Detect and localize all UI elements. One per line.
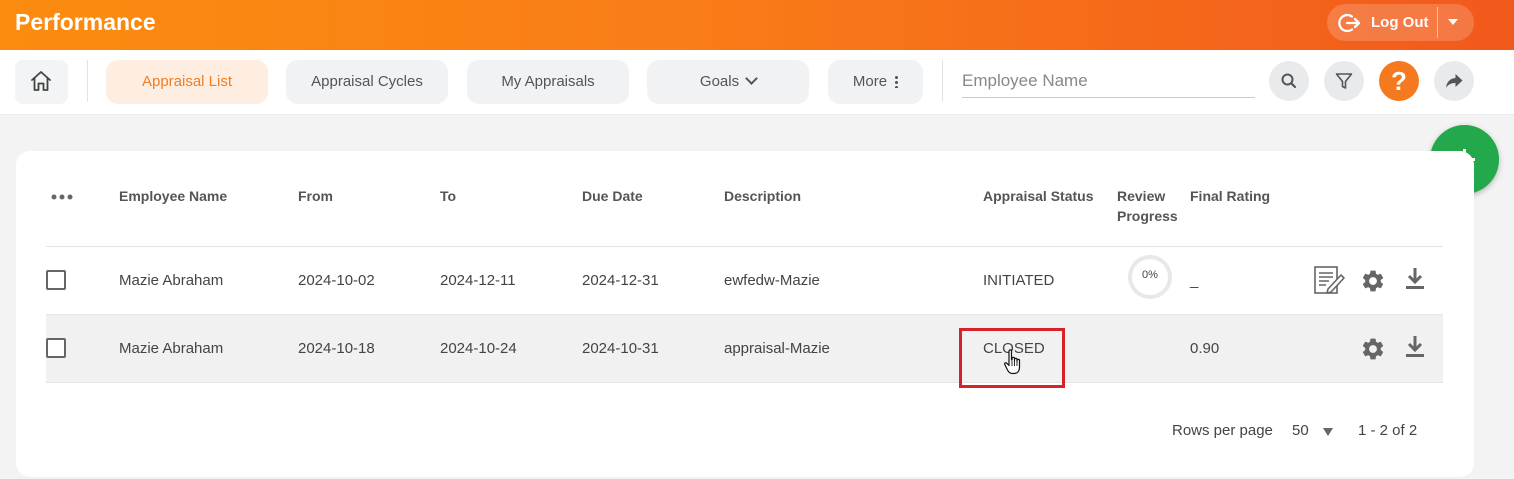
review-progress-value: 0% — [1142, 269, 1158, 281]
help-icon: ? — [1391, 66, 1407, 96]
filter-button[interactable] — [1324, 61, 1364, 101]
cell-final-rating: _ — [1190, 272, 1199, 289]
app-title: Performance — [15, 9, 156, 35]
tab-more[interactable]: More — [828, 60, 923, 104]
cell-due-date: 2024-10-31 — [582, 340, 659, 357]
pagination-range: 1 - 2 of 2 — [1358, 422, 1418, 439]
tab-appraisal-cycles[interactable]: Appraisal Cycles — [286, 60, 448, 104]
share-icon — [1446, 74, 1463, 88]
cell-employee-name: Mazie Abraham — [119, 272, 224, 289]
tab-my-appraisals[interactable]: My Appraisals — [467, 60, 629, 104]
more-vertical-icon — [895, 75, 899, 88]
filter-icon — [1335, 73, 1353, 89]
tab-goals-label: Goals — [699, 73, 740, 90]
tab-goals[interactable]: Goals — [647, 60, 809, 104]
settings-icon[interactable] — [1360, 336, 1386, 362]
row-checkbox[interactable] — [46, 270, 66, 290]
cell-description: ewfedw-Mazie — [724, 272, 820, 289]
cell-due-date: 2024-12-31 — [582, 272, 659, 289]
cell-from: 2024-10-18 — [298, 340, 375, 357]
employee-search-input[interactable] — [962, 64, 1255, 98]
row-checkbox[interactable] — [46, 338, 66, 358]
cell-status: INITIATED — [983, 272, 1055, 289]
search-button[interactable] — [1269, 61, 1309, 101]
column-header-review-progress-line2: Progress — [1117, 208, 1178, 224]
caret-down-icon[interactable] — [1448, 19, 1458, 25]
tab-more-label: More — [852, 73, 888, 90]
table-row[interactable]: Mazie Abraham 2024-10-18 2024-10-24 2024… — [46, 315, 1443, 383]
cell-employee-name: Mazie Abraham — [119, 340, 224, 357]
logout-button[interactable]: Log Out — [1327, 4, 1474, 41]
nav-bar: Appraisal List Appraisal Cycles My Appra… — [0, 50, 1514, 115]
table-row[interactable]: Mazie Abraham 2024-10-02 2024-12-11 2024… — [46, 247, 1443, 315]
cell-final-rating: 0.90 — [1190, 340, 1220, 357]
home-icon — [31, 71, 51, 91]
tab-appraisal-list[interactable]: Appraisal List — [106, 60, 268, 104]
column-header-final-rating[interactable]: Final Rating — [1190, 186, 1270, 206]
appraisal-table-card: Employee Name From To Due Date Descripti… — [16, 151, 1474, 477]
more-horizontal-icon[interactable] — [51, 194, 73, 200]
column-header-review-progress[interactable]: Review Progress — [1117, 186, 1178, 226]
hand-cursor-icon — [1004, 349, 1021, 375]
search-icon — [1281, 73, 1297, 89]
cell-from: 2024-10-02 — [298, 272, 375, 289]
nav-divider — [942, 60, 943, 102]
share-button[interactable] — [1434, 61, 1474, 101]
edit-icon[interactable] — [1314, 265, 1346, 295]
column-header-appraisal-status[interactable]: Appraisal Status — [983, 186, 1093, 206]
chevron-down-icon — [745, 72, 758, 85]
logout-icon — [1338, 13, 1361, 33]
cell-to: 2024-10-24 — [440, 340, 517, 357]
download-icon[interactable] — [1405, 267, 1425, 291]
column-header-due-date[interactable]: Due Date — [582, 186, 643, 206]
column-header-description[interactable]: Description — [724, 186, 801, 206]
logout-label: Log Out — [1371, 14, 1429, 31]
home-button[interactable] — [15, 60, 68, 104]
caret-down-icon[interactable] — [1323, 428, 1333, 436]
rows-per-page-select[interactable]: 50 — [1292, 422, 1309, 439]
logout-divider — [1437, 7, 1438, 38]
column-header-from[interactable]: From — [298, 186, 333, 206]
column-header-to[interactable]: To — [440, 186, 456, 206]
column-header-review-progress-line1: Review — [1117, 188, 1166, 204]
nav-divider — [87, 60, 88, 102]
rows-per-page-label: Rows per page — [1172, 422, 1273, 439]
cell-description: appraisal-Mazie — [724, 340, 830, 357]
settings-icon[interactable] — [1360, 268, 1386, 294]
download-icon[interactable] — [1405, 335, 1425, 359]
help-button[interactable]: ? — [1379, 61, 1419, 101]
column-header-employee-name[interactable]: Employee Name — [119, 186, 227, 206]
app-header: Performance Log Out — [0, 0, 1514, 50]
cell-to: 2024-12-11 — [440, 272, 516, 289]
